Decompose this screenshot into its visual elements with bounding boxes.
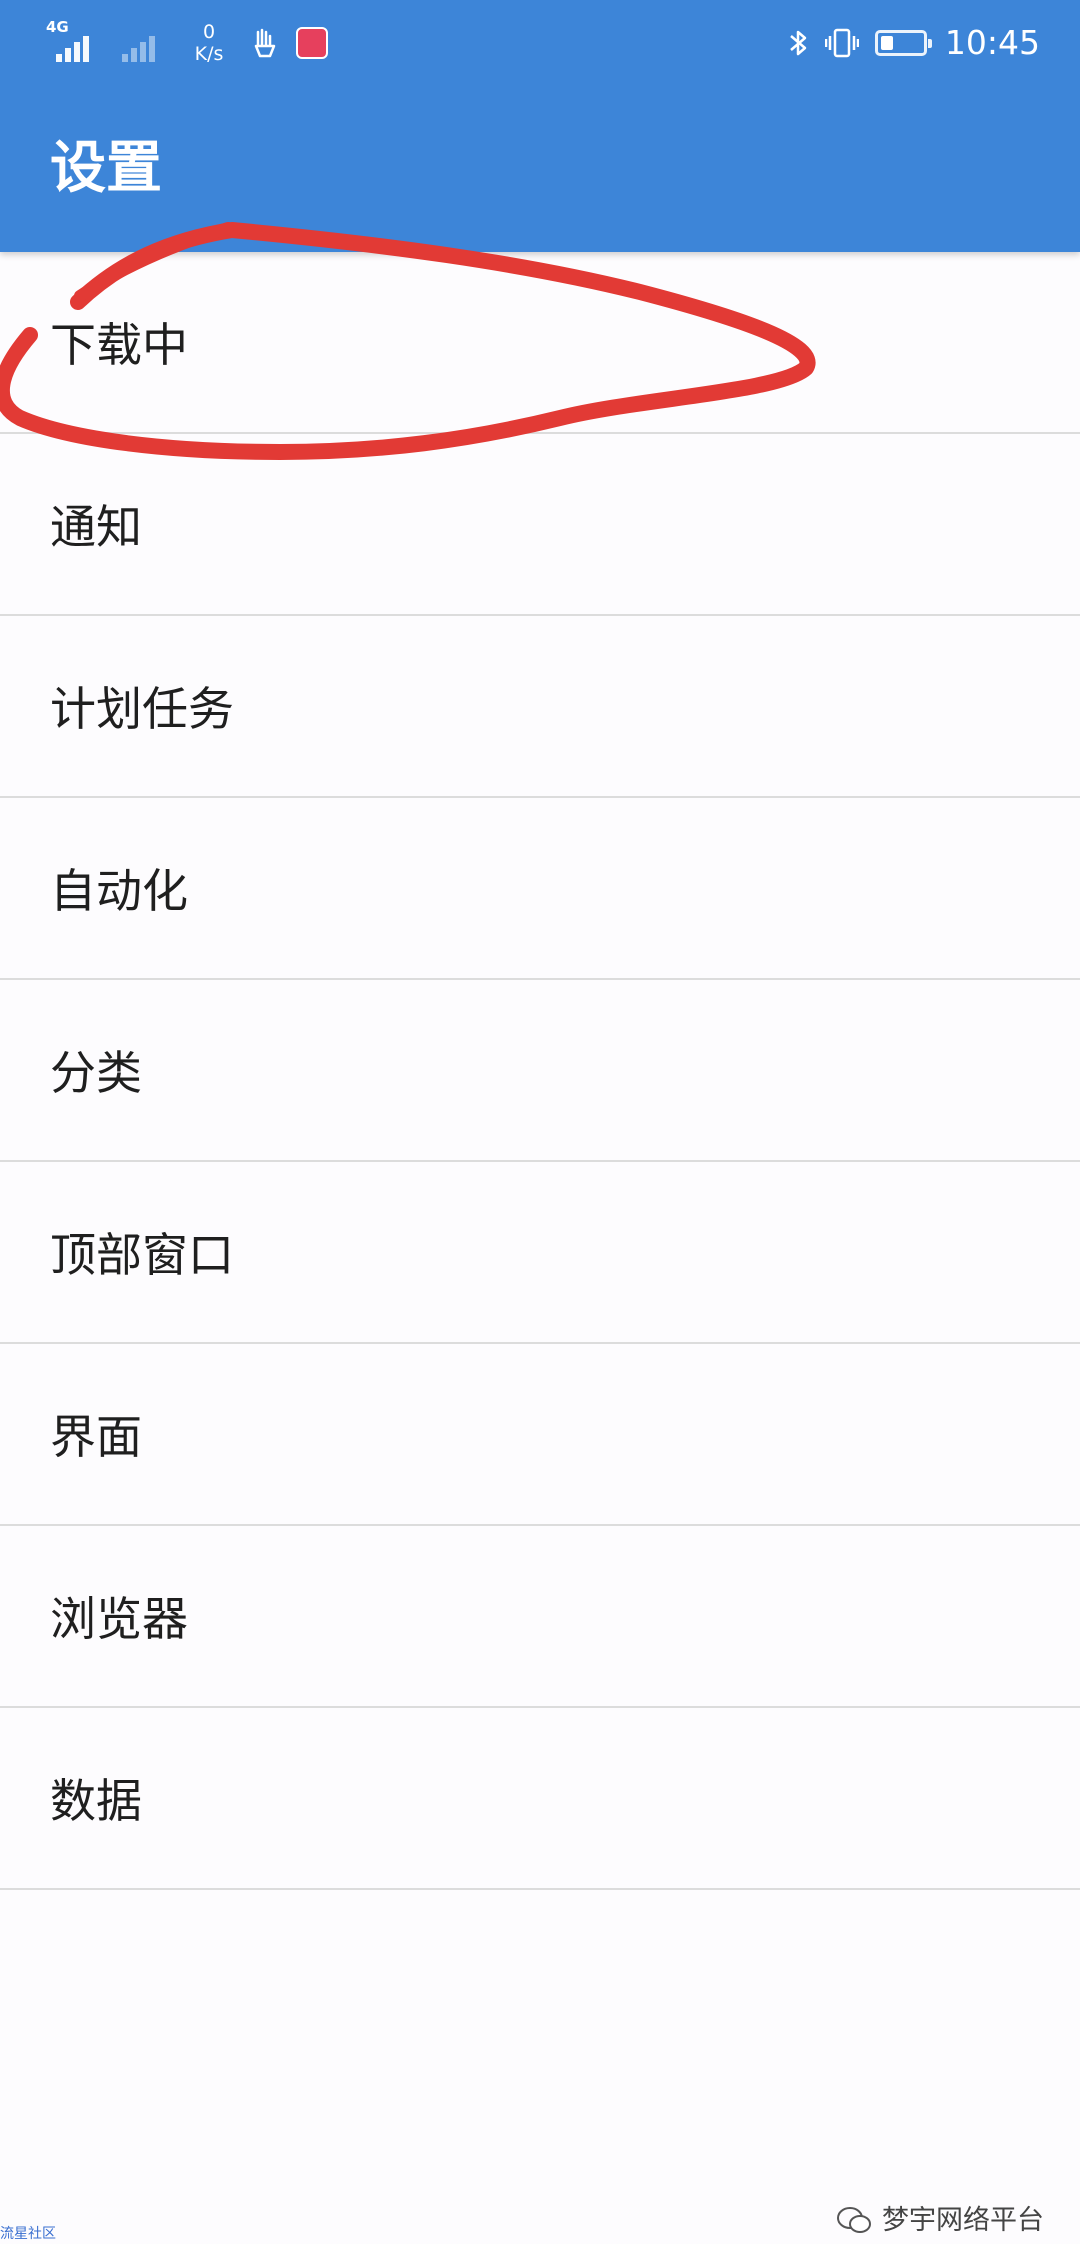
status-left-group: 4G 0 K/s — [46, 18, 328, 68]
battery-icon — [874, 30, 932, 56]
settings-item[interactable]: 数据 — [0, 1708, 1080, 1890]
watermark: 梦宇网络平台 — [836, 2205, 1044, 2237]
app-bar: 4G 0 K/s 10:45 设置 — [0, 0, 1080, 252]
bluetooth-icon — [790, 30, 807, 56]
network-speed: 0 K/s — [184, 21, 234, 65]
settings-item[interactable]: 通知 — [0, 434, 1080, 616]
status-bar: 4G 0 K/s 10:45 — [0, 0, 1080, 84]
watermark-text: 梦宇网络平台 — [882, 2205, 1044, 2236]
settings-screen: 4G 0 K/s 10:45 设置 下载中 通知 计划任务 自动化 分类 顶部窗… — [0, 0, 1080, 2244]
status-time: 10:45 — [944, 23, 1040, 62]
vibrate-icon — [824, 28, 859, 58]
signal-strength-secondary-icon — [112, 22, 170, 64]
settings-item-label: 浏览器 — [50, 1592, 188, 1646]
app-notification-icon — [296, 27, 328, 59]
settings-item-label: 计划任务 — [50, 682, 234, 736]
settings-item[interactable]: 下载中 — [0, 252, 1080, 434]
settings-item[interactable]: 分类 — [0, 980, 1080, 1162]
settings-item[interactable]: 自动化 — [0, 798, 1080, 980]
settings-item[interactable]: 界面 — [0, 1344, 1080, 1526]
settings-item[interactable]: 浏览器 — [0, 1526, 1080, 1708]
network-speed-value: 0 — [202, 21, 216, 43]
settings-item-label: 界面 — [50, 1410, 142, 1464]
settings-item-label: 分类 — [50, 1046, 142, 1100]
settings-item-label: 数据 — [50, 1774, 142, 1828]
settings-item[interactable]: 计划任务 — [0, 616, 1080, 798]
network-speed-unit: K/s — [194, 43, 224, 65]
settings-item-label: 顶部窗口 — [50, 1228, 234, 1282]
status-right-group: 10:45 — [787, 18, 1040, 68]
settings-item-label: 自动化 — [50, 864, 188, 918]
touch-gesture-icon — [254, 28, 276, 58]
page-title: 设置 — [50, 136, 162, 201]
settings-item[interactable]: 顶部窗口 — [0, 1162, 1080, 1344]
settings-item-label: 通知 — [50, 500, 142, 554]
settings-item-label: 下载中 — [50, 318, 188, 372]
signal-strength-icon: 4G — [46, 18, 104, 64]
settings-list: 下载中通知计划任务自动化分类顶部窗口界面浏览器数据 — [0, 252, 1080, 1890]
network-type-label: 4G — [46, 18, 69, 36]
wechat-icon — [837, 2207, 871, 2233]
corner-watermark: 流星社区 — [0, 2226, 56, 2242]
battery-level-fill — [880, 36, 893, 50]
